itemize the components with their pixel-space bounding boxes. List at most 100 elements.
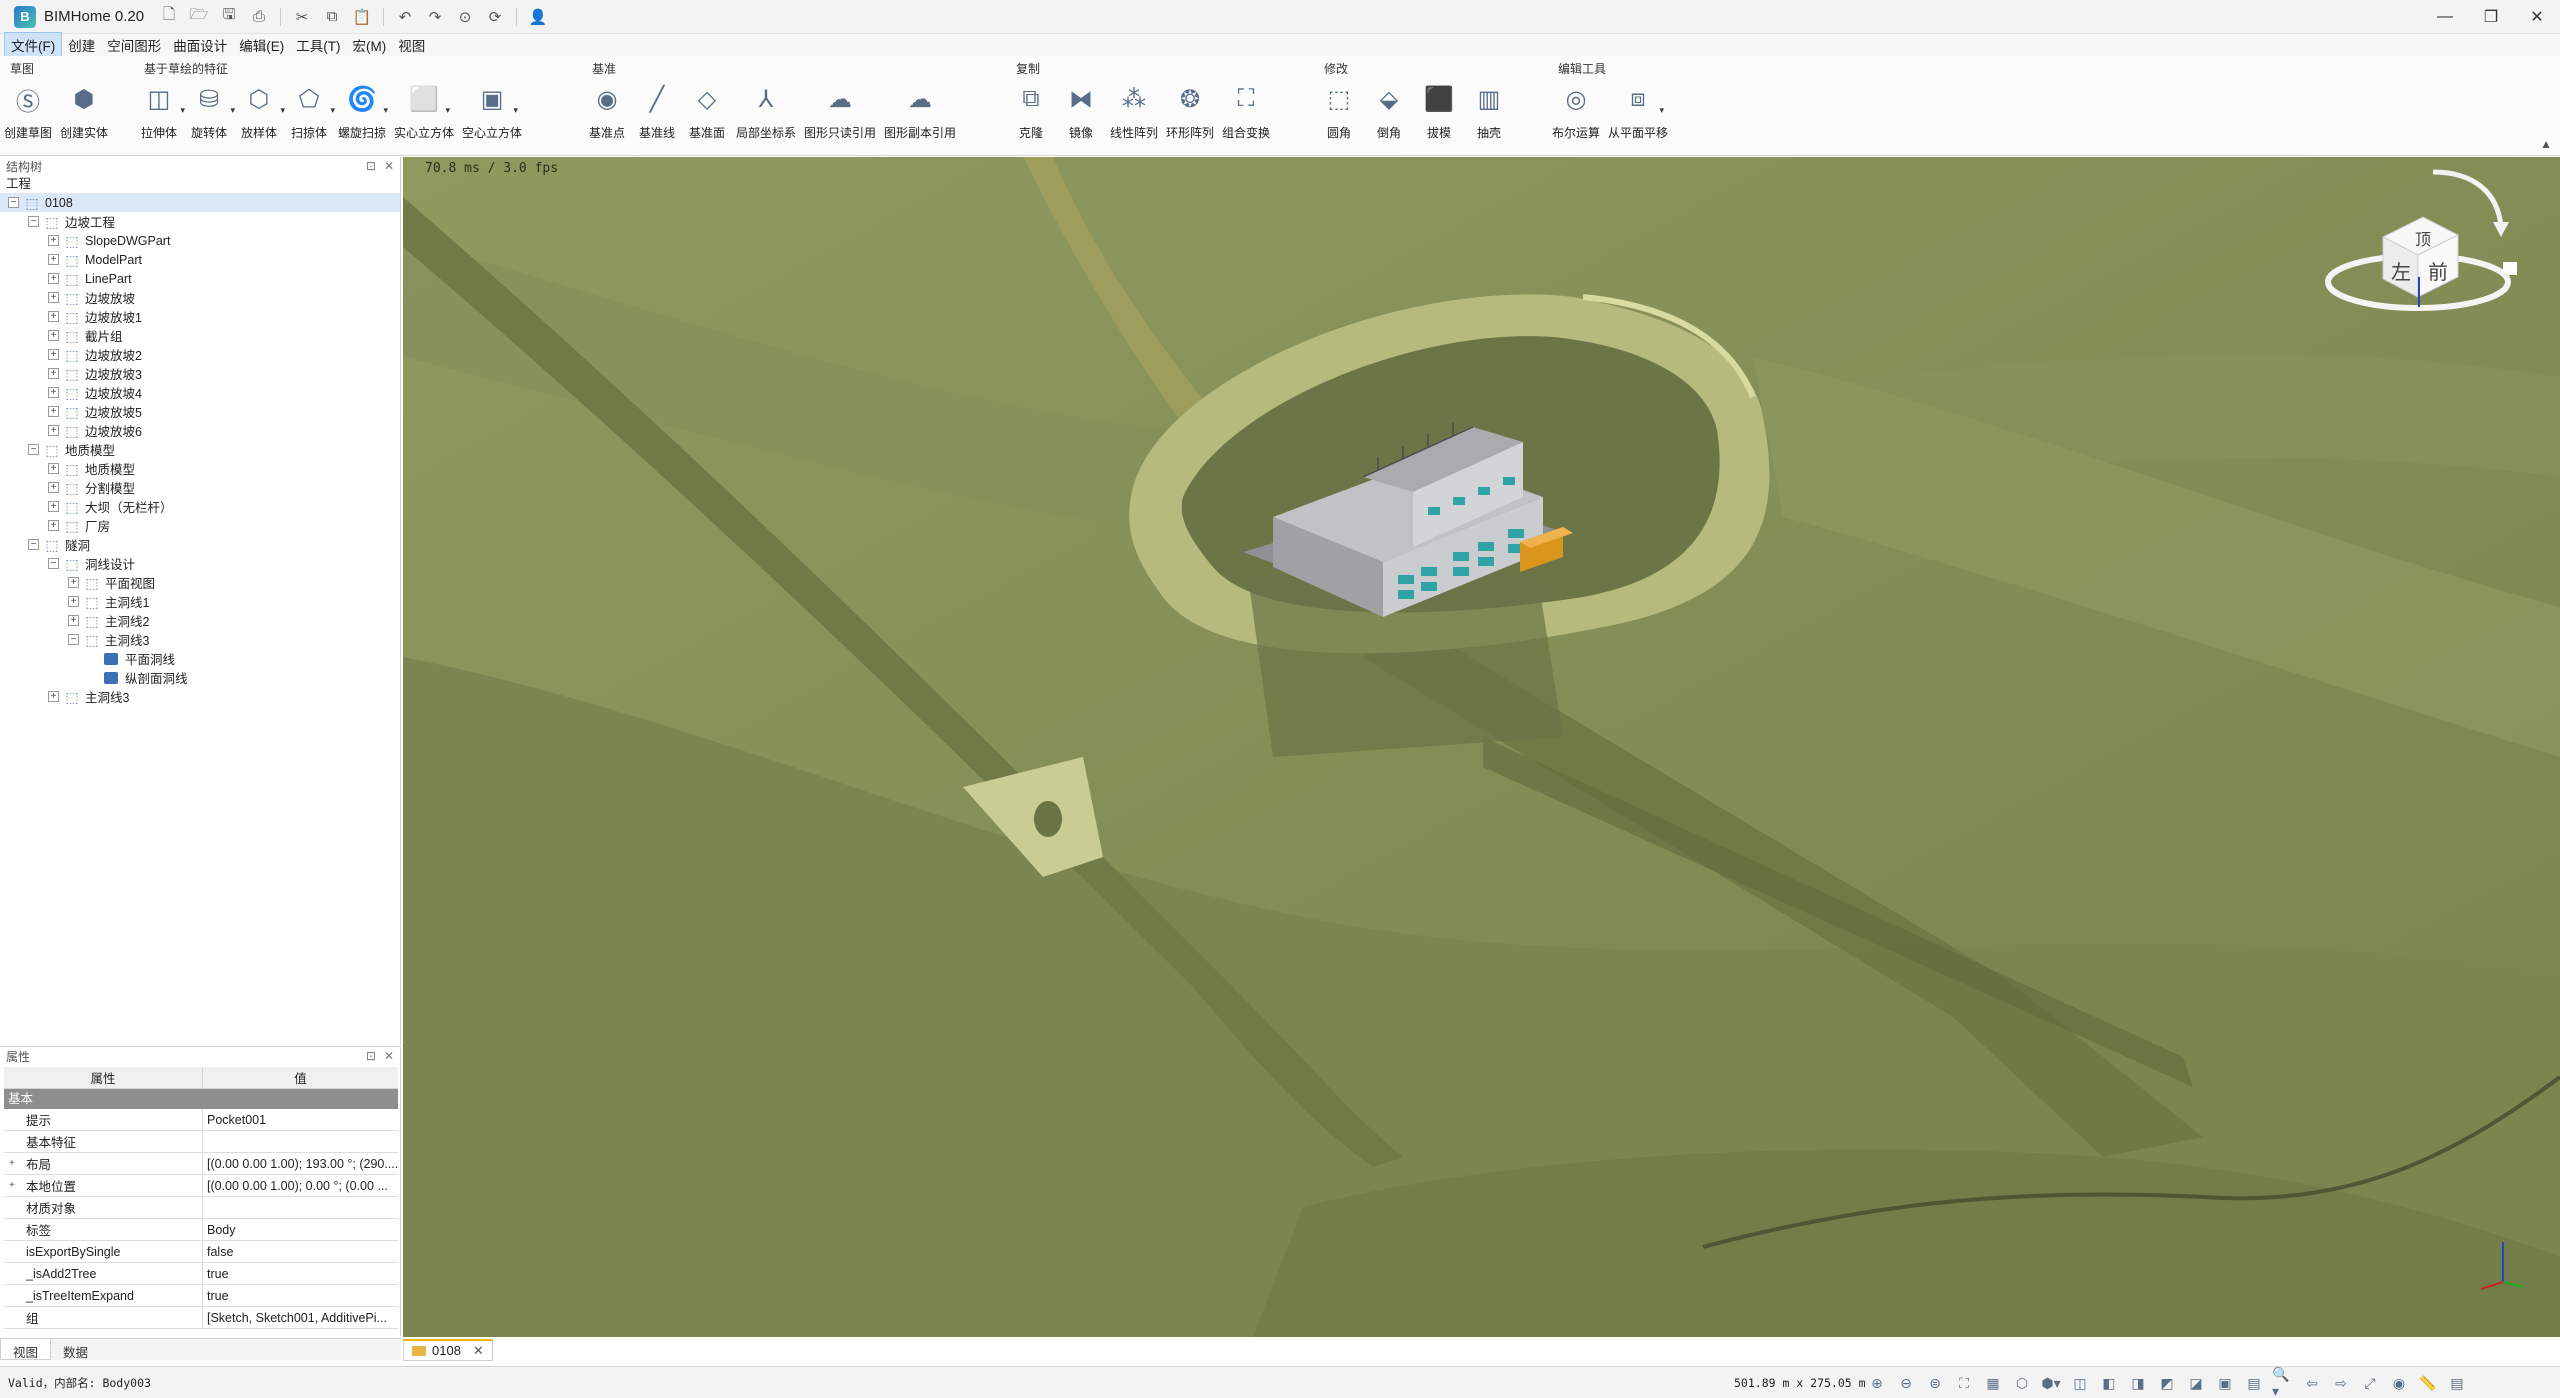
zoom-in-icon[interactable]: ⊕ (1866, 1373, 1888, 1393)
menu-spatial-shapes[interactable]: 空间图形 (101, 33, 167, 57)
tree-node[interactable]: + ⬚ 主洞线2 (0, 611, 400, 630)
polar-array-button[interactable]: ❂ 环形阵列 (1166, 82, 1214, 141)
tree-node[interactable]: + ⬚ ModelPart (0, 250, 400, 269)
expand-toggle-icon[interactable]: + (9, 1180, 15, 1191)
collapse-toggle-icon[interactable]: − (28, 216, 39, 227)
cut-icon[interactable]: ✂ (289, 4, 315, 30)
refresh-icon[interactable]: ⟳ (482, 4, 508, 30)
minimize-button[interactable]: — (2422, 0, 2468, 34)
property-value[interactable]: Body (203, 1219, 398, 1240)
property-row[interactable]: 组 [Sketch, Sketch001, AdditivePi... (4, 1307, 398, 1329)
expand-toggle-icon[interactable]: + (48, 311, 59, 322)
settings-icon[interactable]: ▤ (2446, 1373, 2468, 1393)
tree-node[interactable]: + ⬚ SlopeDWGPart (0, 231, 400, 250)
expand-toggle-icon[interactable]: + (48, 254, 59, 265)
clone-button[interactable]: ⧉ 克隆 (1010, 82, 1052, 141)
property-section-basic[interactable]: 基本 (4, 1089, 398, 1109)
measure-icon[interactable]: 📏 (2417, 1373, 2439, 1393)
expand-toggle-icon[interactable]: + (48, 330, 59, 341)
fit-all-icon[interactable]: ⛶ (1953, 1373, 1975, 1393)
zoom-menu-icon[interactable]: 🔍▾ (2272, 1366, 2294, 1398)
extrude-button[interactable]: ◫ ▾ 拉伸体 (138, 82, 185, 141)
datum-line-button[interactable]: ╱ 基准线 (636, 82, 678, 141)
datum-point-button[interactable]: ◉ 基准点 (586, 82, 628, 141)
visibility-icon[interactable]: ◉ (2388, 1373, 2410, 1393)
fit-selection-icon[interactable]: ▦ (1982, 1373, 2004, 1393)
expand-toggle-icon[interactable]: + (48, 501, 59, 512)
property-row[interactable]: + 本地位置 [(0.00 0.00 1.00); 0.00 °; (0.00 ..… (4, 1175, 398, 1197)
tree-node[interactable]: + ⬚ 边坡放坡3 (0, 364, 400, 383)
close-panel-button[interactable]: ✕ (384, 159, 394, 173)
rotate-arrow-icon[interactable] (2432, 169, 2504, 228)
expand-toggle-icon[interactable]: + (48, 349, 59, 360)
expand-toggle-icon[interactable]: + (48, 273, 59, 284)
tree-node[interactable]: + ⬚ 大坝（无栏杆） (0, 497, 400, 516)
property-value[interactable] (203, 1197, 398, 1218)
create-sketch-button[interactable]: Ⓢ 创建草图 (4, 82, 52, 141)
tree-node[interactable]: + ⬚ 主洞线1 (0, 592, 400, 611)
property-value[interactable]: Pocket001 (203, 1109, 398, 1130)
user-icon[interactable]: 👤 (525, 4, 551, 30)
save-icon[interactable]: 🖫 (216, 4, 242, 30)
copy-icon[interactable]: ⧉ (319, 4, 345, 30)
property-row[interactable]: isExportBySingle false (4, 1241, 398, 1263)
expand-icon[interactable]: ⤢ (2359, 1373, 2381, 1393)
tree-node[interactable]: + ⬚ LinePart (0, 269, 400, 288)
expand-toggle-icon[interactable]: + (48, 463, 59, 474)
chamfer-button[interactable]: ⬙ 倒角 (1368, 82, 1410, 141)
tab-view[interactable]: 视图 (0, 1339, 52, 1360)
tree-node[interactable]: + ⬚ 截片组 (0, 326, 400, 345)
fillet-button[interactable]: ⬚ 圆角 (1318, 82, 1360, 141)
collapse-toggle-icon[interactable]: − (28, 539, 39, 550)
tree-node[interactable]: + ⬚ 平面视图 (0, 573, 400, 592)
tree-node[interactable]: + ⬚ 边坡放坡4 (0, 383, 400, 402)
float-panel-button[interactable]: ⊡ (366, 159, 376, 173)
tree-node[interactable]: + ⬚ 边坡放坡 (0, 288, 400, 307)
view-front-icon[interactable]: ◧ (2098, 1373, 2120, 1393)
property-value[interactable]: [(0.00 0.00 1.00); 193.00 °; (290.... (203, 1153, 398, 1174)
redo-icon[interactable]: ↷ (422, 4, 448, 30)
property-row[interactable]: _isTreeItemExpand true (4, 1285, 398, 1307)
zoom-out-icon[interactable]: ⊖ (1895, 1373, 1917, 1393)
view-left-icon[interactable]: ▤ (2243, 1373, 2265, 1393)
expand-toggle-icon[interactable]: + (48, 406, 59, 417)
3d-viewport[interactable]: 70.8 ms / 3.0 fps 顶 左 前 (403, 157, 2560, 1337)
menu-create[interactable]: 创建 (62, 33, 101, 57)
solid-cube-button[interactable]: ⬜ ▾ 实心立方体 (394, 82, 454, 141)
tree-node[interactable]: + ⬚ 主洞线3 (0, 687, 400, 706)
expand-toggle-icon[interactable]: + (48, 691, 59, 702)
tree-node[interactable]: + ⬚ 地质模型 (0, 459, 400, 478)
view-bottom-icon[interactable]: ▣ (2214, 1373, 2236, 1393)
property-row[interactable]: 材质对象 (4, 1197, 398, 1219)
close-button[interactable]: ✕ (2514, 0, 2560, 34)
new-file-icon[interactable]: 🗋 (156, 4, 182, 30)
back-arrow-icon[interactable]: ⇦ (2301, 1373, 2323, 1393)
open-folder-icon[interactable]: 🗁 (186, 4, 212, 30)
helix-sweep-button[interactable]: 🌀 ▾ 螺旋扫掠 (338, 82, 388, 141)
property-value[interactable]: [Sketch, Sketch001, AdditivePi... (203, 1307, 398, 1328)
loft-button[interactable]: ⬡ ▾ 放样体 (238, 82, 285, 141)
view-top-icon[interactable]: ◨ (2127, 1373, 2149, 1393)
expand-toggle-icon[interactable]: + (48, 235, 59, 246)
float-panel-button[interactable]: ⊡ (366, 1049, 376, 1063)
menu-file[interactable]: 文件(F) (4, 32, 63, 58)
sweep-button[interactable]: ⬠ ▾ 扫掠体 (288, 82, 335, 141)
tree-node[interactable]: + ⬚ 边坡放坡5 (0, 402, 400, 421)
expand-toggle-icon[interactable]: + (48, 482, 59, 493)
expand-toggle-icon[interactable]: + (48, 368, 59, 379)
menu-surface-design[interactable]: 曲面设计 (167, 33, 233, 57)
expand-toggle-icon[interactable]: + (68, 577, 79, 588)
tree-node[interactable]: + ⬚ 厂房 (0, 516, 400, 535)
tree-node[interactable]: 平面洞线 (0, 649, 400, 668)
property-row[interactable]: 标签 Body (4, 1219, 398, 1241)
property-row[interactable]: _isAdd2Tree true (4, 1263, 398, 1285)
expand-toggle-icon[interactable]: + (48, 387, 59, 398)
menu-tools[interactable]: 工具(T) (290, 33, 346, 57)
expand-toggle-icon[interactable]: + (9, 1158, 15, 1169)
close-panel-button[interactable]: ✕ (384, 1049, 394, 1063)
close-tab-icon[interactable]: ✕ (473, 1343, 484, 1359)
expand-toggle-icon[interactable]: + (48, 292, 59, 303)
tree-node[interactable]: + ⬚ 边坡放坡2 (0, 345, 400, 364)
view-right-icon[interactable]: ◩ (2156, 1373, 2178, 1393)
expand-toggle-icon[interactable]: + (48, 520, 59, 531)
